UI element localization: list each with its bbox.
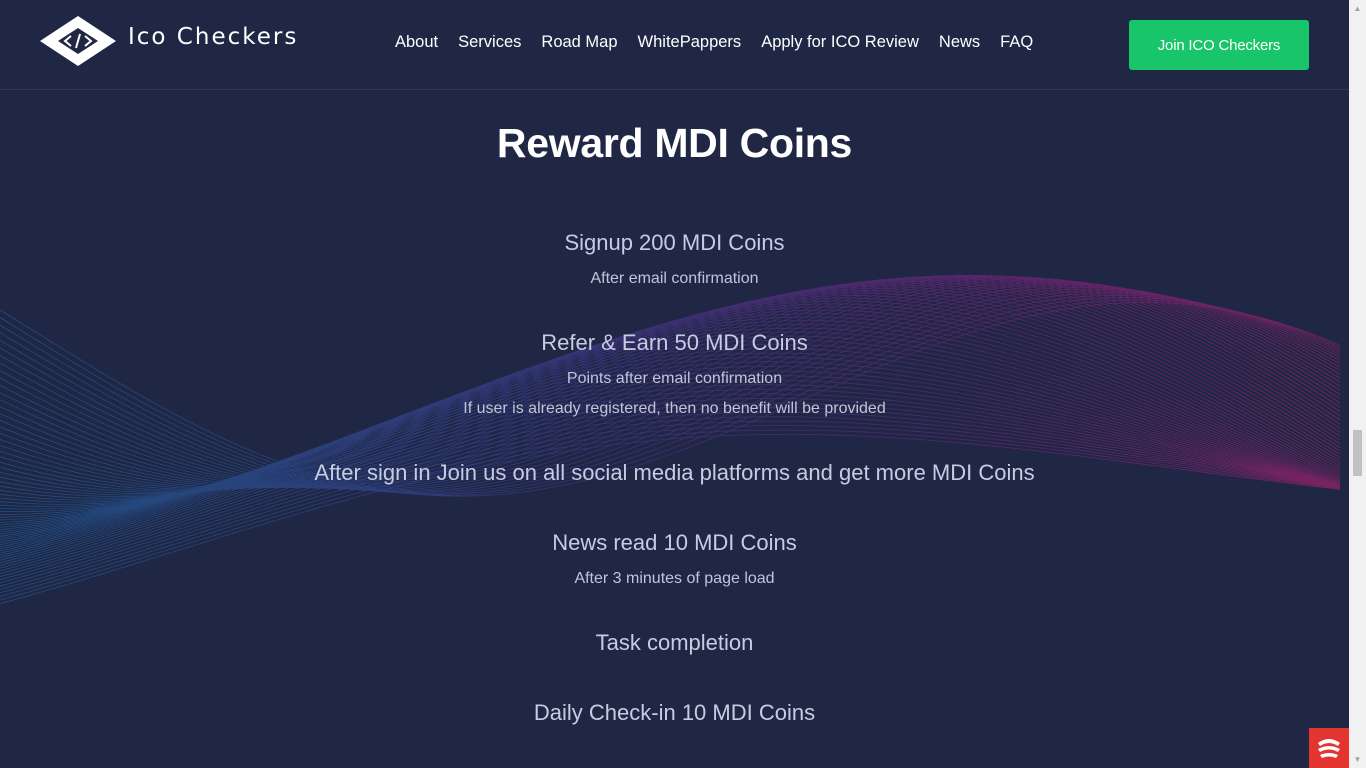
reward-note-news: After 3 minutes of page load — [574, 570, 775, 587]
brand-logo[interactable]: Ico Checkers — [40, 16, 298, 66]
nav-link-whitepappers[interactable]: WhitePappers — [628, 33, 752, 52]
reward-title-social: After sign in Join us on all social medi… — [314, 460, 1035, 485]
nav-link-road-map[interactable]: Road Map — [531, 33, 627, 52]
reward-note-signup: After email confirmation — [590, 270, 759, 287]
reward-title-signup: Signup 200 MDI Coins — [564, 230, 785, 255]
scroll-down-arrow-icon[interactable]: ▼ — [1349, 751, 1366, 768]
page-title: Reward MDI Coins — [496, 120, 853, 166]
chat-icon — [1318, 739, 1340, 758]
reward-title-refer: Refer & Earn 50 MDI Coins — [541, 330, 808, 355]
main-nav: About Services Road Map WhitePappers App… — [385, 33, 1043, 52]
nav-link-apply-ico-review[interactable]: Apply for ICO Review — [751, 33, 929, 52]
page-scrollbar[interactable]: ▲ ▼ — [1349, 0, 1366, 768]
nav-link-faq[interactable]: FAQ — [990, 33, 1043, 52]
scroll-up-arrow-icon[interactable]: ▲ — [1349, 0, 1366, 17]
reward-title-news: News read 10 MDI Coins — [552, 530, 797, 555]
reward-note-refer-2: If user is already registered, then no b… — [463, 400, 886, 417]
join-button[interactable]: Join ICO Checkers — [1129, 20, 1309, 70]
nav-link-about[interactable]: About — [385, 33, 448, 52]
scroll-thumb[interactable] — [1353, 430, 1362, 476]
diamond-code-icon — [40, 16, 116, 66]
chat-widget-button[interactable] — [1309, 728, 1349, 768]
reward-title-task: Task completion — [595, 630, 754, 655]
brand-name: Ico Checkers — [128, 24, 299, 50]
nav-link-services[interactable]: Services — [448, 33, 531, 52]
reward-note-refer-1: Points after email confirmation — [566, 370, 783, 387]
reward-title-checkin: Daily Check-in 10 MDI Coins — [533, 700, 816, 725]
site-header: Ico Checkers About Services Road Map Whi… — [0, 0, 1349, 90]
nav-link-news[interactable]: News — [929, 33, 990, 52]
